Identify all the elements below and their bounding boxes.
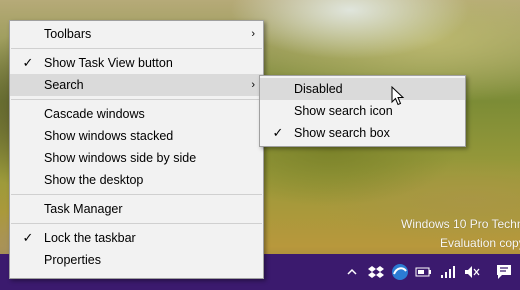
checkmark-icon: ✓ bbox=[272, 125, 284, 140]
network-icon[interactable] bbox=[438, 262, 458, 282]
watermark-line-1: Windows 10 Pro Techn bbox=[401, 217, 520, 231]
menu-item-label: Show windows stacked bbox=[44, 129, 174, 143]
submenu-item-label: Show search icon bbox=[294, 104, 393, 118]
battery-icon[interactable] bbox=[414, 262, 434, 282]
submenu-arrow-icon: › bbox=[251, 79, 255, 91]
menu-item-label: Lock the taskbar bbox=[44, 231, 136, 245]
submenu-item-disabled[interactable]: Disabled bbox=[260, 78, 465, 100]
menu-item-task-manager[interactable]: Task Manager bbox=[10, 198, 263, 220]
taskbar-context-menu: Toolbars › ✓ Show Task View button Searc… bbox=[9, 20, 264, 279]
menu-item-label: Show Task View button bbox=[44, 56, 173, 70]
menu-item-label: Task Manager bbox=[44, 202, 123, 216]
checkmark-icon: ✓ bbox=[22, 55, 34, 70]
menu-item-label: Show the desktop bbox=[44, 173, 144, 187]
submenu-item-label: Disabled bbox=[294, 82, 343, 96]
checkmark-icon: ✓ bbox=[22, 230, 34, 245]
submenu-item-show-search-box[interactable]: ✓ Show search box bbox=[260, 122, 465, 144]
menu-item-label: Cascade windows bbox=[44, 107, 145, 121]
menu-item-search[interactable]: Search › bbox=[10, 74, 263, 96]
show-hidden-icons-chevron-icon[interactable] bbox=[342, 262, 362, 282]
menu-item-show-task-view-button[interactable]: ✓ Show Task View button bbox=[10, 52, 263, 74]
menu-item-show-windows-side-by-side[interactable]: Show windows side by side bbox=[10, 147, 263, 169]
menu-item-label: Properties bbox=[44, 253, 101, 267]
action-center-icon[interactable] bbox=[494, 262, 514, 282]
menu-item-properties[interactable]: Properties bbox=[10, 249, 263, 271]
mouse-pointer-icon bbox=[391, 86, 405, 106]
watermark-line-2: Evaluation copy bbox=[440, 236, 520, 250]
menu-separator bbox=[11, 48, 262, 49]
menu-separator bbox=[11, 99, 262, 100]
submenu-arrow-icon: › bbox=[251, 28, 255, 40]
system-tray bbox=[340, 254, 520, 290]
menu-item-toolbars[interactable]: Toolbars › bbox=[10, 23, 263, 45]
menu-item-lock-the-taskbar[interactable]: ✓ Lock the taskbar bbox=[10, 227, 263, 249]
browser-icon[interactable] bbox=[390, 262, 410, 282]
menu-separator bbox=[11, 223, 262, 224]
menu-item-cascade-windows[interactable]: Cascade windows bbox=[10, 103, 263, 125]
menu-separator bbox=[11, 194, 262, 195]
menu-item-show-windows-stacked[interactable]: Show windows stacked bbox=[10, 125, 263, 147]
volume-muted-icon[interactable] bbox=[462, 262, 482, 282]
menu-item-label: Toolbars bbox=[44, 27, 92, 41]
menu-item-label: Show windows side by side bbox=[44, 151, 197, 165]
menu-item-label: Search bbox=[44, 78, 84, 92]
submenu-item-show-search-icon[interactable]: Show search icon bbox=[260, 100, 465, 122]
search-submenu: Disabled Show search icon ✓ Show search … bbox=[259, 75, 466, 147]
submenu-item-label: Show search box bbox=[294, 126, 390, 140]
dropbox-icon[interactable] bbox=[366, 262, 386, 282]
menu-item-show-the-desktop[interactable]: Show the desktop bbox=[10, 169, 263, 191]
